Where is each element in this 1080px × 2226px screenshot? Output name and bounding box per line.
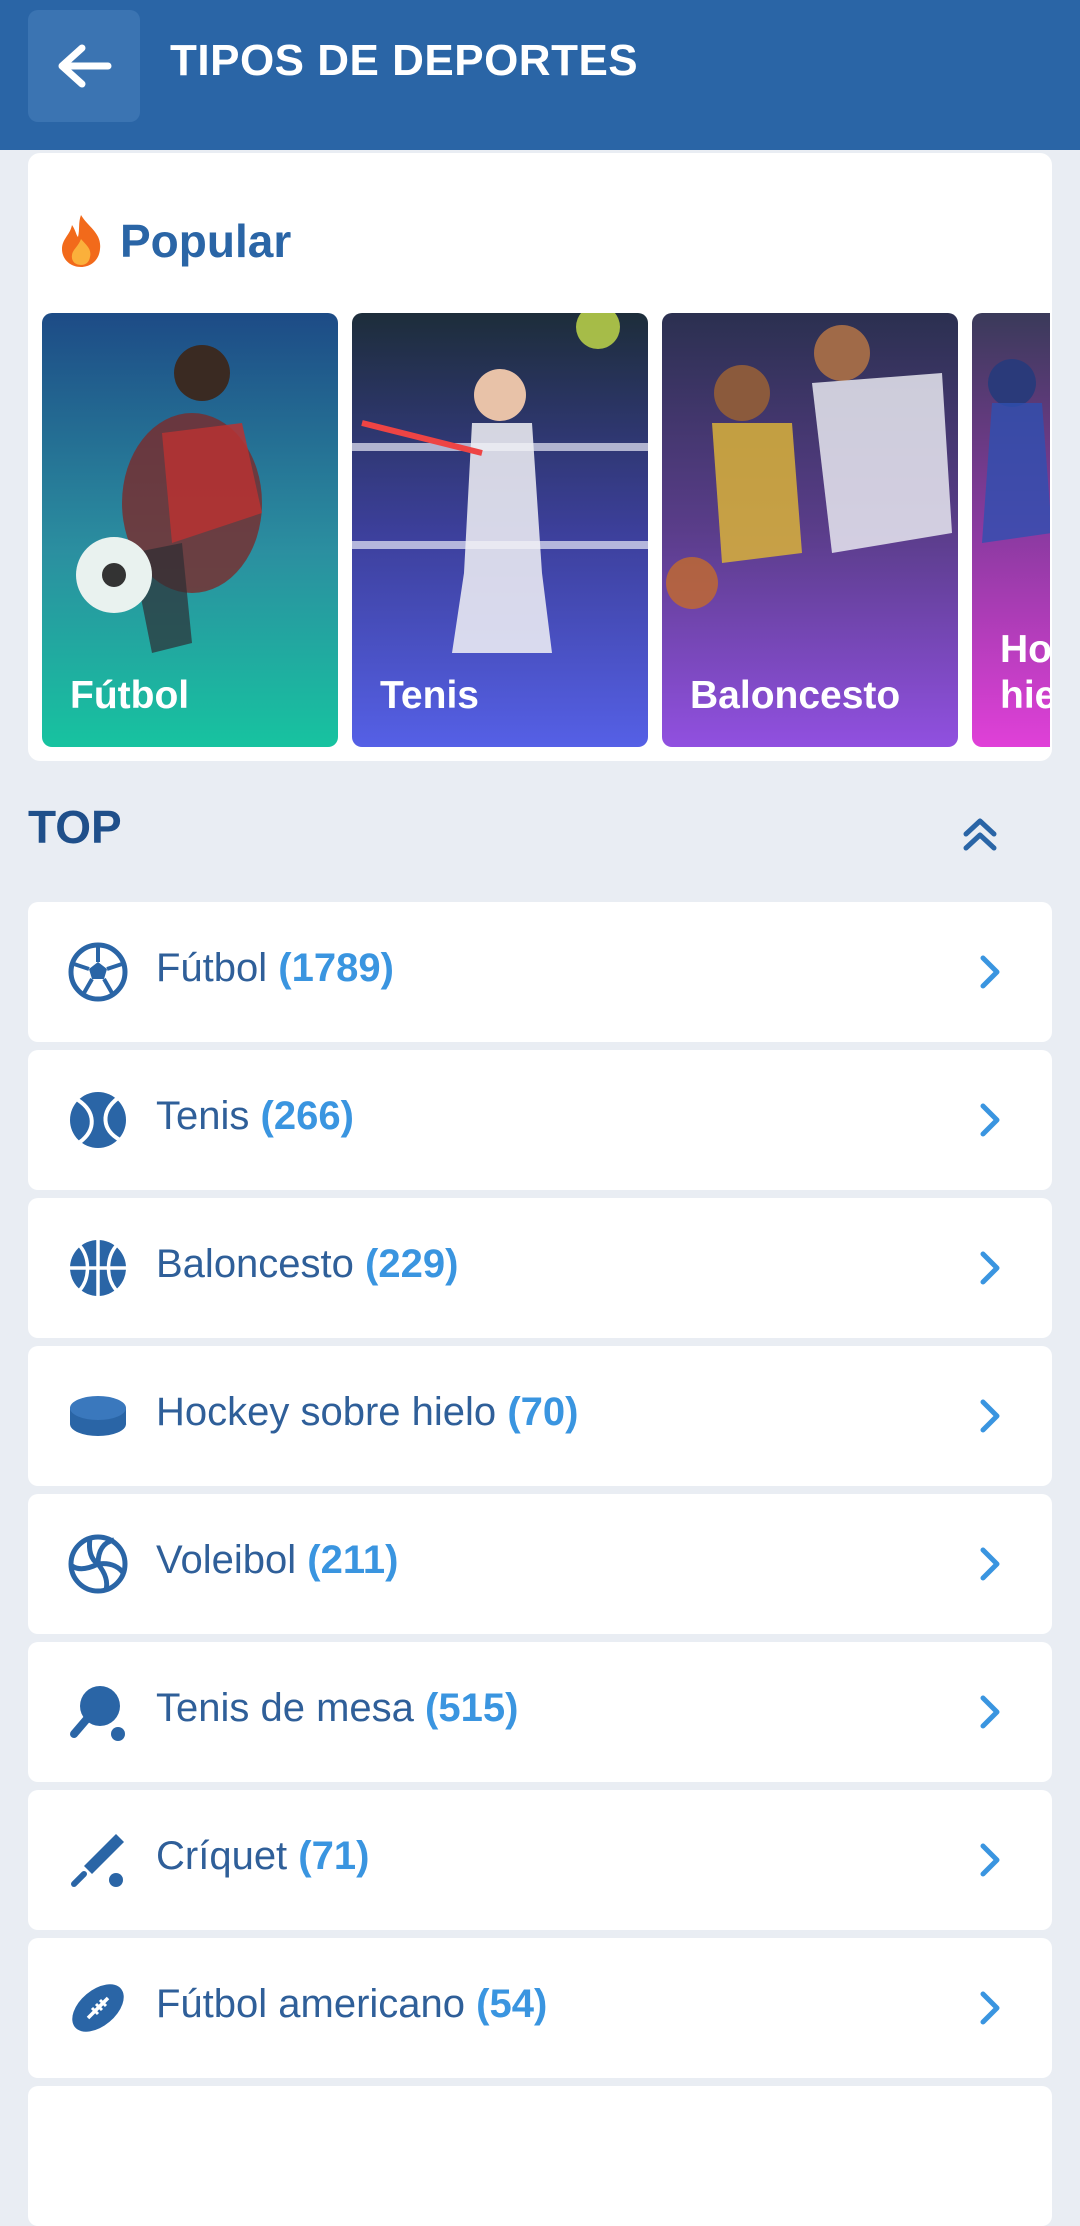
popular-tile-futbol[interactable]: Fútbol [42, 313, 338, 747]
sport-name: Críquet [156, 1834, 288, 1878]
sport-name: Fútbol [156, 946, 268, 990]
sport-row-voleibol[interactable]: Voleibol (211) [28, 1494, 1052, 1634]
american-football-icon [72, 1984, 124, 2032]
sport-row-futbol-americano[interactable]: Fútbol americano (54) [28, 1938, 1052, 2078]
fire-icon [62, 215, 101, 267]
sport-row-next-partial[interactable] [28, 2086, 1052, 2226]
chevron-right-icon [980, 1399, 1000, 1433]
chevron-right-icon [980, 1695, 1000, 1729]
sport-row-futbol[interactable]: Fútbol (1789) [28, 902, 1052, 1042]
table-tennis-icon [70, 1686, 125, 1741]
popular-tile-baloncesto[interactable]: Baloncesto [662, 313, 958, 747]
sport-count: (515) [425, 1686, 519, 1730]
popular-tile-tenis[interactable]: Tenis [352, 313, 648, 747]
back-arrow-icon [58, 44, 112, 88]
double-chevron-up-icon [963, 818, 997, 851]
page-title: TIPOS DE DEPORTES [170, 36, 639, 85]
sport-name: Voleibol [156, 1538, 297, 1582]
sport-name: Tenis de mesa [156, 1686, 414, 1730]
chevron-right-icon [980, 1991, 1000, 2025]
chevron-right-icon [980, 1547, 1000, 1581]
sport-count: (71) [298, 1834, 370, 1878]
collapse-button[interactable] [950, 804, 1010, 864]
popular-title: Popular [120, 215, 292, 267]
volleyball-icon [68, 1534, 128, 1594]
sport-count: (266) [260, 1094, 354, 1138]
top-section-title: TOP [28, 801, 122, 853]
back-button[interactable] [28, 10, 140, 122]
sport-name: Fútbol americano [156, 1982, 466, 2026]
sport-name: Baloncesto [156, 1242, 354, 1286]
chevron-right-icon [980, 1103, 1000, 1137]
hockey-puck-icon [70, 1396, 126, 1436]
chevron-right-icon [980, 1843, 1000, 1877]
soccer-ball-icon [68, 942, 128, 1002]
popular-header: Popular [58, 213, 291, 269]
popular-tile-hockey[interactable]: Hockey sobre hielo [972, 313, 1050, 747]
tile-label: Tenis [380, 674, 479, 717]
cricket-icon [71, 1834, 124, 1887]
sport-count: (70) [507, 1390, 579, 1434]
popular-section: Popular Fútbol Tenis Baloncesto Ho hie [28, 153, 1052, 761]
tile-label: Fútbol [70, 674, 190, 717]
sport-row-hockey[interactable]: Hockey sobre hielo (70) [28, 1346, 1052, 1486]
sport-row-tenis-de-mesa[interactable]: Tenis de mesa (515) [28, 1642, 1052, 1782]
tennis-ball-icon [70, 1092, 126, 1148]
chevron-right-icon [980, 955, 1000, 989]
popular-carousel[interactable]: Fútbol Tenis Baloncesto Ho hie [42, 313, 1050, 749]
tile-label: Baloncesto [690, 674, 901, 717]
sport-row-criquet[interactable]: Críquet (71) [28, 1790, 1052, 1930]
basketball-icon [70, 1240, 126, 1296]
sport-name: Hockey sobre hielo [156, 1390, 497, 1434]
sport-count: (1789) [278, 946, 394, 990]
sport-count: (229) [365, 1242, 459, 1286]
sport-name: Tenis [156, 1094, 250, 1138]
tile-label: Hockey sobre hielo [1000, 628, 1050, 717]
sport-row-tenis[interactable]: Tenis (266) [28, 1050, 1052, 1190]
chevron-right-icon [980, 1251, 1000, 1285]
sport-row-baloncesto[interactable]: Baloncesto (229) [28, 1198, 1052, 1338]
sport-count: (211) [307, 1538, 399, 1582]
app-header: TIPOS DE DEPORTES [0, 0, 1080, 150]
sport-count: (54) [476, 1982, 548, 2026]
